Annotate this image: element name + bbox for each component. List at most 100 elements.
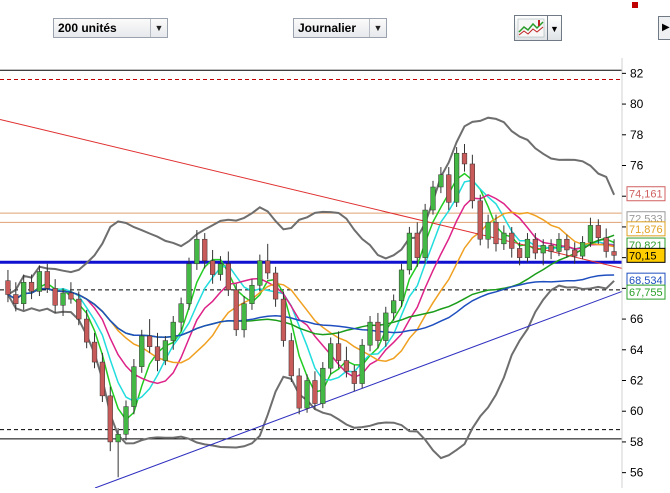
arrow-right-icon: ▶ (662, 22, 670, 33)
candle-body (469, 163, 475, 202)
y-tick-label: 62 (630, 374, 644, 388)
y-tick-label: 56 (630, 466, 644, 480)
candle-body (257, 260, 263, 286)
chart-indicators-icon (517, 18, 545, 38)
moving-average-line (7, 172, 615, 421)
chevron-down-icon: ▼ (369, 19, 386, 37)
period-select[interactable]: 200 unités ▼ (53, 18, 168, 38)
candle-body (461, 152, 468, 165)
candle-body (501, 232, 507, 245)
candle-body (383, 312, 389, 341)
candle-body (320, 367, 326, 404)
candle-body (28, 281, 35, 292)
candle-body (548, 245, 554, 252)
candle-body (68, 292, 74, 300)
candle-body (391, 300, 397, 314)
price-tag-label: 74,161 (629, 189, 663, 201)
candle-body (351, 371, 357, 384)
y-tick-label: 82 (630, 66, 644, 80)
candle-body (477, 200, 483, 240)
candle-body (406, 232, 413, 271)
panel-toggle-button[interactable]: ▶ (658, 16, 670, 40)
indicators-dropdown[interactable]: ▼ (548, 15, 562, 41)
candle-body (265, 260, 271, 274)
candle-body (438, 174, 444, 188)
candle-body (241, 303, 247, 331)
candle-body (194, 238, 200, 265)
candle-body (579, 242, 586, 257)
candle-body (13, 294, 19, 304)
candle-body (107, 395, 113, 443)
price-tag-label: 71,876 (629, 224, 663, 236)
candle-body (556, 238, 562, 252)
chart-canvas[interactable]: 8280787674727068666462605856 74,16172,53… (0, 58, 670, 489)
candle-body (217, 263, 224, 275)
chevron-down-icon: ▼ (550, 24, 559, 34)
moving-average-line (7, 211, 615, 364)
price-tag: 67,755 (626, 284, 666, 300)
candle-body (587, 225, 594, 243)
interval-select-value: Journalier (298, 21, 357, 35)
candle-body (343, 360, 350, 372)
candle-body (91, 341, 98, 363)
price-chart[interactable]: 8280787674727068666462605856 74,16172,53… (0, 58, 670, 489)
candle-body (233, 289, 239, 331)
bollinger-upper-line (7, 116, 616, 296)
candle-body (296, 375, 302, 409)
price-tag: 71,876 (626, 221, 666, 237)
candle-body (446, 174, 452, 203)
candle-body (367, 321, 373, 346)
candle-body (335, 343, 342, 361)
candle-body (422, 209, 428, 258)
y-tick-label: 80 (630, 97, 644, 111)
candle-body (288, 340, 294, 377)
y-tick-label: 78 (630, 128, 644, 142)
candle-body (162, 340, 168, 361)
candle-body (99, 361, 106, 397)
candle-body (398, 269, 405, 301)
candle-body (52, 288, 58, 306)
y-tick-label: 60 (630, 404, 644, 418)
candle-body (524, 238, 531, 258)
price-tag: 74,161 (626, 186, 666, 202)
candle-body (595, 225, 601, 238)
candle-body (249, 285, 255, 304)
candle-body (76, 298, 82, 320)
candle-body (60, 292, 66, 306)
period-select-value: 200 unités (58, 21, 117, 35)
candle-body (509, 232, 515, 249)
candle-body (170, 321, 176, 341)
candle-body (178, 303, 184, 323)
candle-body (328, 343, 334, 369)
chevron-down-icon: ▼ (150, 19, 167, 37)
y-tick-label: 64 (630, 343, 644, 357)
y-tick-label: 76 (630, 159, 644, 173)
price-tag-label: 70,15 (629, 250, 657, 262)
candle-body (123, 406, 129, 435)
candle-body (414, 232, 420, 258)
candle-body (611, 251, 617, 256)
candle-body (225, 263, 231, 291)
candle-body (312, 380, 318, 404)
candle-body (44, 271, 50, 289)
price-tag-label: 67,755 (629, 287, 663, 299)
candle-body (36, 271, 43, 292)
candle-body (540, 245, 546, 254)
candle-body (84, 318, 90, 343)
candle-body (272, 272, 279, 300)
indicators-button[interactable] (514, 15, 548, 41)
interval-select[interactable]: Journalier ▼ (293, 18, 387, 38)
trendline-support (94, 290, 623, 489)
candle-body (202, 238, 208, 261)
chart-toolbar: 200 unités ▼ Journalier ▼ ▼ ▶ (0, 0, 670, 58)
candle-body (532, 238, 538, 254)
y-tick-label: 66 (630, 312, 644, 326)
candle-body (186, 263, 192, 304)
candle-body (485, 222, 491, 240)
candle-body (359, 344, 365, 384)
candle-body (564, 238, 570, 251)
candle-body (430, 186, 436, 211)
candle-body (454, 152, 460, 203)
candle-body (115, 434, 121, 443)
candle-body (154, 346, 161, 361)
